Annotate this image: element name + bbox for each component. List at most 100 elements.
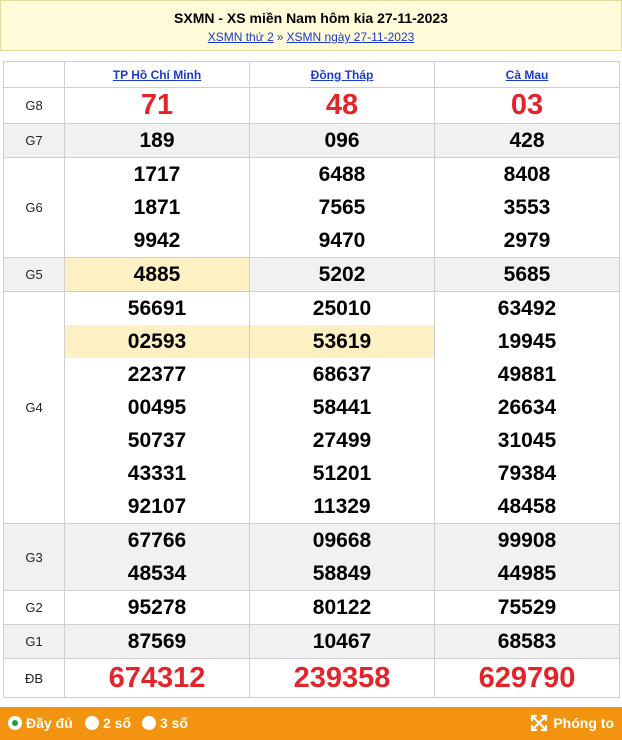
prize-number: 03 xyxy=(510,89,544,121)
option-3-label: 3 số xyxy=(160,715,189,731)
prize-number: 43331 xyxy=(127,462,187,485)
prize-number: 629790 xyxy=(478,662,576,694)
prize-cell: 03 xyxy=(434,87,620,124)
option-3-digits[interactable]: 3 số xyxy=(142,715,188,731)
province-link-hcm[interactable]: TP Hồ Chí Minh xyxy=(113,68,201,82)
prize-number: 51201 xyxy=(312,462,372,485)
prize-number: 3553 xyxy=(503,196,551,219)
prize-label: G4 xyxy=(3,291,65,524)
prize-number: 68637 xyxy=(312,363,372,386)
prize-cell: 63492 19945 49881 26634 31045 79384 4845… xyxy=(434,291,620,524)
prize-number: 48 xyxy=(325,89,359,121)
prize-number: 87569 xyxy=(127,630,187,653)
prize-label: G3 xyxy=(3,523,65,591)
prize-cell: 8408 3553 2979 xyxy=(434,157,620,258)
prize-number: 8408 xyxy=(503,163,551,186)
prize-cell: 5202 xyxy=(249,257,435,292)
results-page: SXMN - XS miền Nam hôm kia 27-11-2023 XS… xyxy=(0,0,622,740)
prize-number: 189 xyxy=(139,129,175,152)
prize-number: 5685 xyxy=(503,263,551,286)
prize-number: 56691 xyxy=(127,297,187,320)
prize-cell: 629790 xyxy=(434,658,620,698)
prize-number: 48534 xyxy=(127,562,187,585)
prize-cell-highlighted: 4885 xyxy=(64,257,250,292)
prize-number: 75529 xyxy=(497,596,557,619)
prize-cell: 48 xyxy=(249,87,435,124)
breadcrumb-link-weekday[interactable]: XSMN thứ 2 xyxy=(208,30,274,44)
prize-row-g1: G1 87569 10467 68583 xyxy=(3,624,620,659)
breadcrumb-separator: » xyxy=(276,30,284,44)
prize-cell: 096 xyxy=(249,123,435,158)
prize-number: 80122 xyxy=(312,596,372,619)
prize-number: 09668 xyxy=(312,529,372,552)
zoom-label: Phóng to xyxy=(553,715,614,731)
prize-number-highlighted: 53619 xyxy=(249,325,435,358)
prize-number: 44985 xyxy=(497,562,557,585)
prize-label: G6 xyxy=(3,157,65,258)
option-2-label: 2 số xyxy=(103,715,132,731)
prize-number: 48458 xyxy=(497,495,557,518)
radio-icon xyxy=(142,716,156,730)
results-table: TP Hồ Chí Minh Đồng Tháp Cà Mau G8 71 48… xyxy=(3,61,620,698)
option-full[interactable]: Đầy đủ xyxy=(8,715,73,731)
prize-number: 00495 xyxy=(127,396,187,419)
prize-number: 92107 xyxy=(127,495,187,518)
prize-number: 58849 xyxy=(312,562,372,585)
province-link-ca-mau[interactable]: Cà Mau xyxy=(506,68,549,82)
zoom-button[interactable]: Phóng to xyxy=(530,714,614,732)
prize-number: 95278 xyxy=(127,596,187,619)
prize-number: 58441 xyxy=(312,396,372,419)
prize-cell: 68583 xyxy=(434,624,620,659)
prize-number: 63492 xyxy=(497,297,557,320)
prize-cell: 75529 xyxy=(434,590,620,625)
page-title: SXMN - XS miền Nam hôm kia 27-11-2023 xyxy=(174,10,448,26)
prize-number: 50737 xyxy=(127,429,187,452)
expand-icon xyxy=(531,714,548,732)
prize-number: 4885 xyxy=(133,263,181,286)
prize-cell: 189 xyxy=(64,123,250,158)
prize-number: 10467 xyxy=(312,630,372,653)
prize-number: 239358 xyxy=(293,662,391,694)
display-options-bar: Đầy đủ 2 số 3 số Phóng to xyxy=(0,707,622,740)
prize-number-highlighted: 02593 xyxy=(64,325,250,358)
prize-row-g8: G8 71 48 03 xyxy=(3,87,620,124)
prize-cell: 09668 58849 xyxy=(249,523,435,591)
radio-selected-icon xyxy=(8,716,22,730)
province-link-dong-thap[interactable]: Đồng Tháp xyxy=(311,68,374,82)
prize-row-g6: G6 1717 1871 9942 6488 7565 9470 8408 35… xyxy=(3,157,620,258)
prize-number: 9470 xyxy=(318,229,366,252)
prize-row-g3: G3 67766 48534 09668 58849 99908 44985 xyxy=(3,523,620,591)
prize-cell: 25010 53619 68637 58441 27499 51201 1132… xyxy=(249,291,435,524)
prize-cell: 6488 7565 9470 xyxy=(249,157,435,258)
breadcrumb-link-date[interactable]: XSMN ngày 27-11-2023 xyxy=(286,30,414,44)
prize-cell: 239358 xyxy=(249,658,435,698)
results-header: SXMN - XS miền Nam hôm kia 27-11-2023 XS… xyxy=(0,0,622,51)
prize-cell: 428 xyxy=(434,123,620,158)
radio-icon xyxy=(85,716,99,730)
prize-number: 6488 xyxy=(318,163,366,186)
prize-row-g2: G2 95278 80122 75529 xyxy=(3,590,620,625)
province-header: TP Hồ Chí Minh xyxy=(64,61,250,88)
prize-cell: 1717 1871 9942 xyxy=(64,157,250,258)
prize-number: 79384 xyxy=(497,462,557,485)
province-header: Cà Mau xyxy=(434,61,620,88)
prize-row-g5: G5 4885 5202 5685 xyxy=(3,257,620,292)
prize-number: 19945 xyxy=(497,330,557,353)
breadcrumb: XSMN thứ 2» XSMN ngày 27-11-2023 xyxy=(1,29,621,45)
prize-cell: 80122 xyxy=(249,590,435,625)
prize-label: G7 xyxy=(3,123,65,158)
prize-cell: 95278 xyxy=(64,590,250,625)
prize-cell: 5685 xyxy=(434,257,620,292)
prize-row-g4: G4 56691 02593 22377 00495 50737 43331 9… xyxy=(3,291,620,524)
prize-number: 67766 xyxy=(127,529,187,552)
option-2-digits[interactable]: 2 số xyxy=(85,715,131,731)
prize-cell: 87569 xyxy=(64,624,250,659)
option-full-label: Đầy đủ xyxy=(26,715,73,731)
prize-number: 2979 xyxy=(503,229,551,252)
prize-number: 674312 xyxy=(108,662,206,694)
prize-number: 11329 xyxy=(313,495,371,518)
prize-cell: 67766 48534 xyxy=(64,523,250,591)
prize-number: 1717 xyxy=(133,163,181,186)
prize-number: 49881 xyxy=(497,363,557,386)
province-header: Đồng Tháp xyxy=(249,61,435,88)
